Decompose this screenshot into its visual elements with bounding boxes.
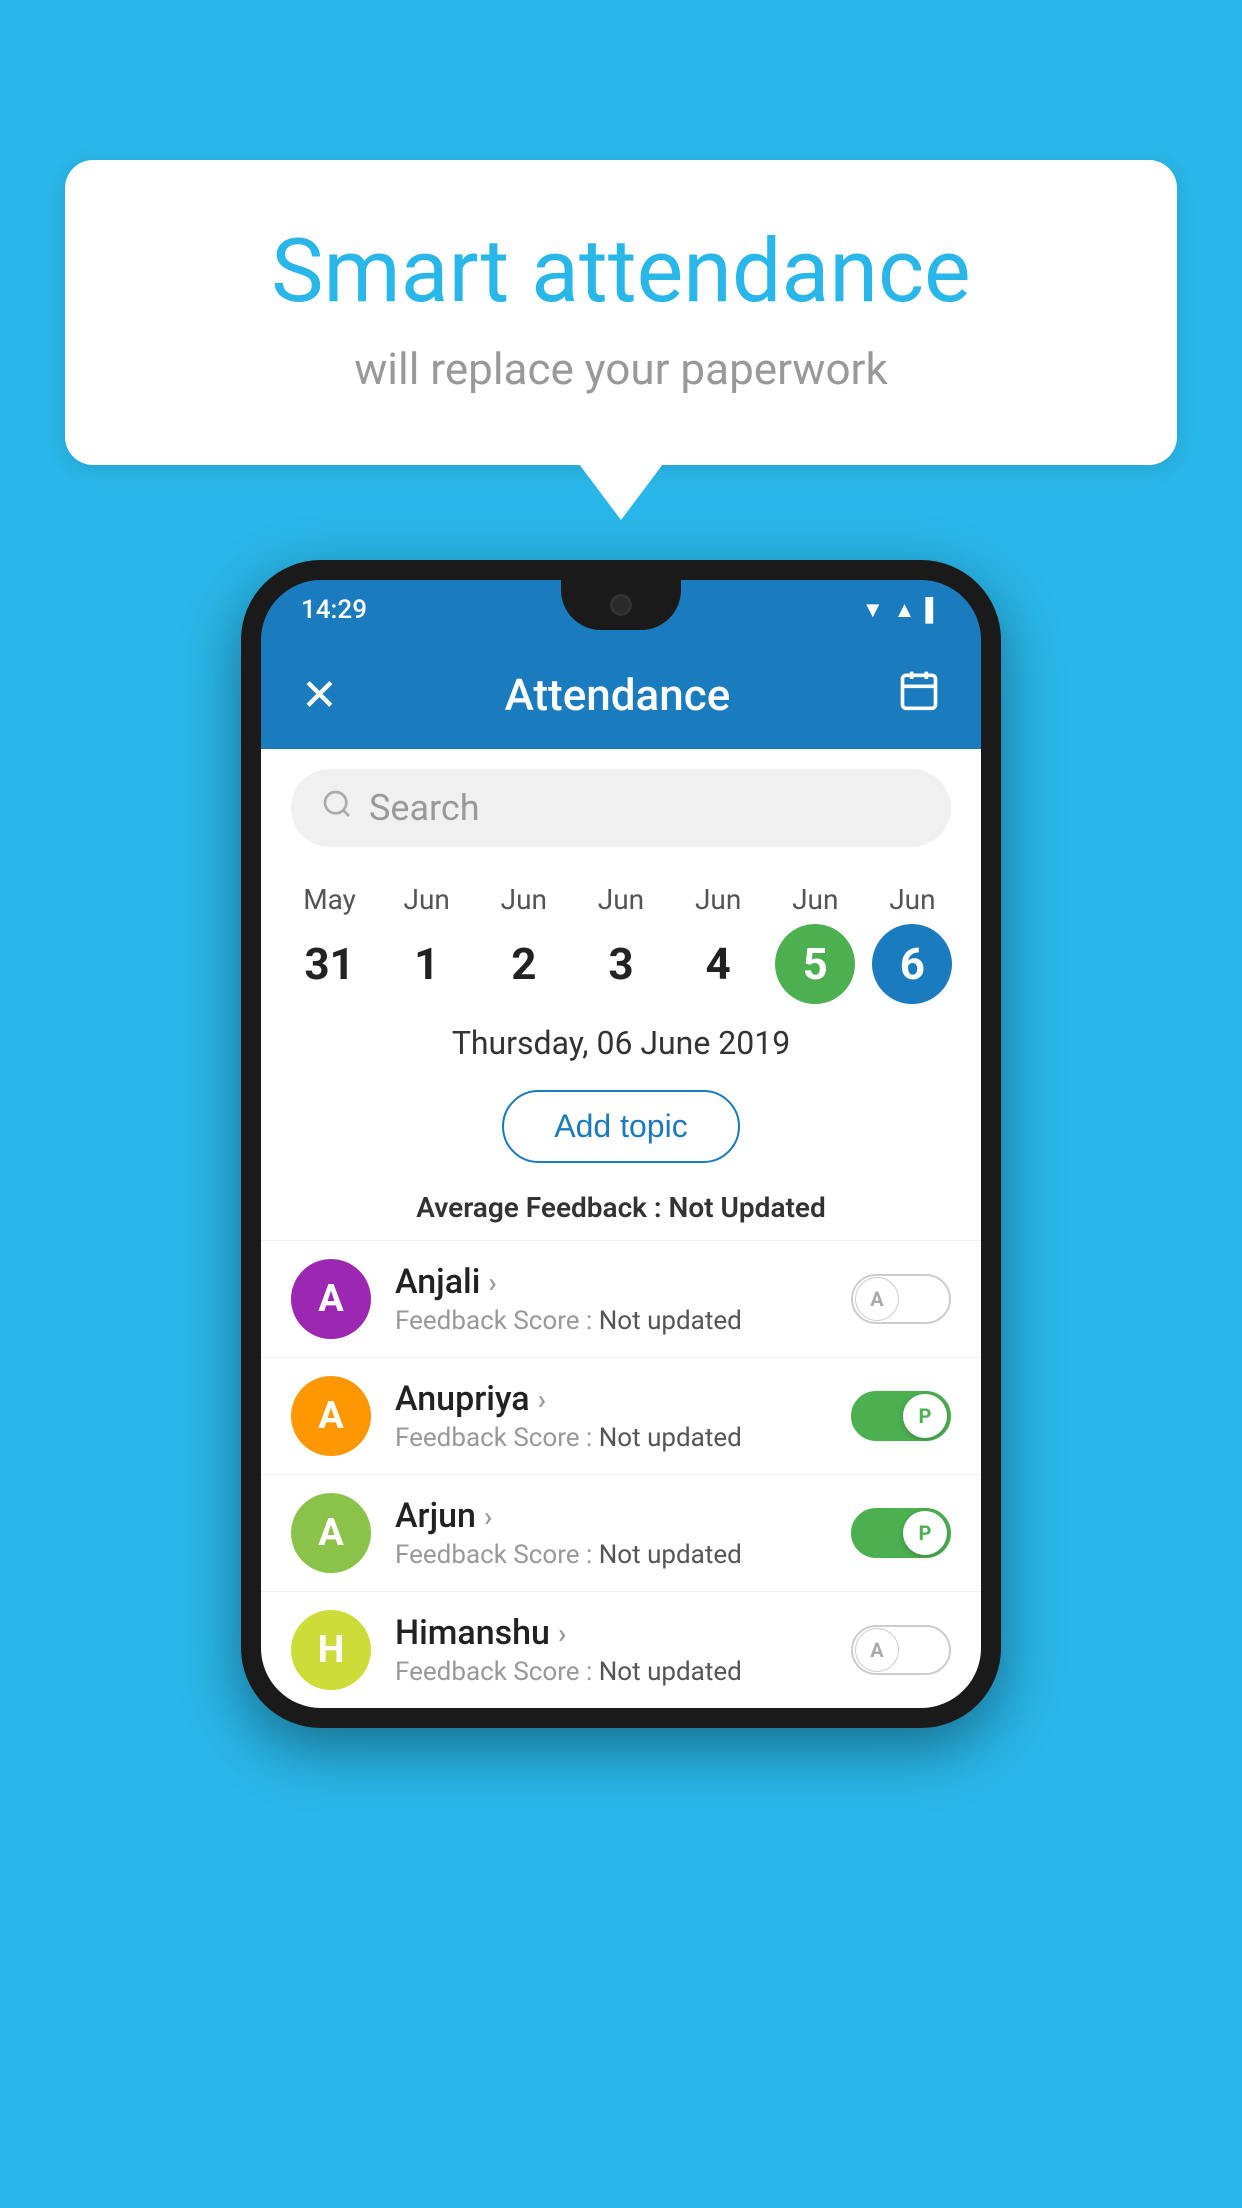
student-name: Himanshu › <box>395 1613 827 1653</box>
feedback-value: Not updated <box>599 1306 742 1336</box>
cal-date-number: 31 <box>290 924 370 1004</box>
calendar-day[interactable]: Jun 1 <box>387 883 467 1004</box>
close-button[interactable]: ✕ <box>301 669 338 721</box>
cal-date-number: 2 <box>484 924 564 1004</box>
calendar-day[interactable]: Jun 5 <box>775 883 855 1004</box>
calendar-day[interactable]: Jun 2 <box>484 883 564 1004</box>
calendar-icon[interactable] <box>897 668 941 721</box>
student-row[interactable]: A Arjun › Feedback Score : Not updated P <box>261 1474 981 1591</box>
calendar-strip: May 31 Jun 1 Jun 2 Jun 3 Jun 4 Jun 5 Jun 6 <box>261 867 981 1004</box>
chevron-icon: › <box>558 1617 566 1650</box>
feedback-value: Not updated <box>599 1423 742 1453</box>
phone-camera <box>610 594 632 616</box>
cal-date-number: 4 <box>678 924 758 1004</box>
student-name: Anjali › <box>395 1262 827 1302</box>
student-row[interactable]: A Anjali › Feedback Score : Not updated A <box>261 1240 981 1357</box>
toggle-thumb: P <box>903 1394 947 1438</box>
chevron-icon: › <box>538 1383 546 1416</box>
cal-month-label: May <box>303 883 356 916</box>
cal-month-label: Jun <box>695 883 741 916</box>
toggle-container[interactable]: P <box>851 1391 951 1441</box>
main-title: Smart attendance <box>145 220 1097 323</box>
chevron-icon: › <box>484 1500 492 1533</box>
feedback-value: Not updated <box>599 1540 742 1570</box>
student-row[interactable]: H Himanshu › Feedback Score : Not updated A <box>261 1591 981 1708</box>
attendance-toggle[interactable]: A <box>851 1625 951 1675</box>
avg-feedback: Average Feedback : Not Updated <box>261 1181 981 1240</box>
student-info: Arjun › Feedback Score : Not updated <box>395 1496 827 1570</box>
selected-date: Thursday, 06 June 2019 <box>261 1004 981 1072</box>
cal-month-label: Jun <box>598 883 644 916</box>
add-topic-button[interactable]: Add topic <box>502 1090 739 1163</box>
search-icon <box>321 788 353 828</box>
cal-month-label: Jun <box>501 883 547 916</box>
cal-month-label: Jun <box>889 883 935 916</box>
toggle-thumb: P <box>903 1511 947 1555</box>
cal-date-number: 5 <box>775 924 855 1004</box>
avatar: H <box>291 1610 371 1690</box>
student-list: AAnjali ›Feedback Score : Not updatedAAA… <box>261 1240 981 1708</box>
student-info: Anjali › Feedback Score : Not updated <box>395 1262 827 1336</box>
attendance-toggle[interactable]: P <box>851 1391 951 1441</box>
student-feedback: Feedback Score : Not updated <box>395 1657 827 1687</box>
avatar: A <box>291 1376 371 1456</box>
calendar-day[interactable]: May 31 <box>290 883 370 1004</box>
feedback-value: Not updated <box>599 1657 742 1687</box>
avatar: A <box>291 1259 371 1339</box>
search-bar[interactable]: Search <box>291 769 951 847</box>
student-feedback: Feedback Score : Not updated <box>395 1306 827 1336</box>
toggle-thumb: A <box>855 1628 899 1672</box>
app-screen: ✕ Attendance <box>261 640 981 1708</box>
speech-bubble: Smart attendance will replace your paper… <box>65 160 1177 465</box>
student-feedback: Feedback Score : Not updated <box>395 1423 827 1453</box>
student-name: Anupriya › <box>395 1379 827 1419</box>
student-name: Arjun › <box>395 1496 827 1536</box>
attendance-toggle[interactable]: A <box>851 1274 951 1324</box>
signal-icon: ▲ <box>894 597 916 623</box>
student-row[interactable]: A Anupriya › Feedback Score : Not updated P <box>261 1357 981 1474</box>
calendar-day[interactable]: Jun 6 <box>872 883 952 1004</box>
speech-bubble-wrapper: Smart attendance will replace your paper… <box>65 160 1177 465</box>
toggle-container[interactable]: A <box>851 1274 951 1324</box>
cal-month-label: Jun <box>404 883 450 916</box>
student-feedback: Feedback Score : Not updated <box>395 1540 827 1570</box>
status-icons: ▼ ▲ ▌ <box>862 597 941 623</box>
app-header: ✕ Attendance <box>261 640 981 749</box>
phone-notch <box>561 580 681 630</box>
search-placeholder: Search <box>369 787 480 829</box>
toggle-container[interactable]: A <box>851 1625 951 1675</box>
cal-month-label: Jun <box>792 883 838 916</box>
student-info: Himanshu › Feedback Score : Not updated <box>395 1613 827 1687</box>
phone-wrapper: 14:29 ▼ ▲ ▌ ✕ Attendance <box>241 560 1001 1728</box>
toggle-thumb: A <box>855 1277 899 1321</box>
calendar-day[interactable]: Jun 3 <box>581 883 661 1004</box>
avg-feedback-label: Average Feedback : <box>416 1191 668 1224</box>
cal-date-number: 3 <box>581 924 661 1004</box>
avg-feedback-value: Not Updated <box>669 1191 826 1224</box>
cal-date-number: 6 <box>872 924 952 1004</box>
calendar-day[interactable]: Jun 4 <box>678 883 758 1004</box>
chevron-icon: › <box>488 1266 496 1299</box>
status-time: 14:29 <box>301 595 367 625</box>
sub-title: will replace your paperwork <box>145 343 1097 395</box>
toggle-container[interactable]: P <box>851 1508 951 1558</box>
cal-date-number: 1 <box>387 924 467 1004</box>
wifi-icon: ▼ <box>862 597 884 623</box>
battery-icon: ▌ <box>925 597 941 623</box>
attendance-toggle[interactable]: P <box>851 1508 951 1558</box>
app-title: Attendance <box>505 669 731 721</box>
student-info: Anupriya › Feedback Score : Not updated <box>395 1379 827 1453</box>
phone: 14:29 ▼ ▲ ▌ ✕ Attendance <box>241 560 1001 1728</box>
avatar: A <box>291 1493 371 1573</box>
status-bar: 14:29 ▼ ▲ ▌ <box>261 580 981 640</box>
